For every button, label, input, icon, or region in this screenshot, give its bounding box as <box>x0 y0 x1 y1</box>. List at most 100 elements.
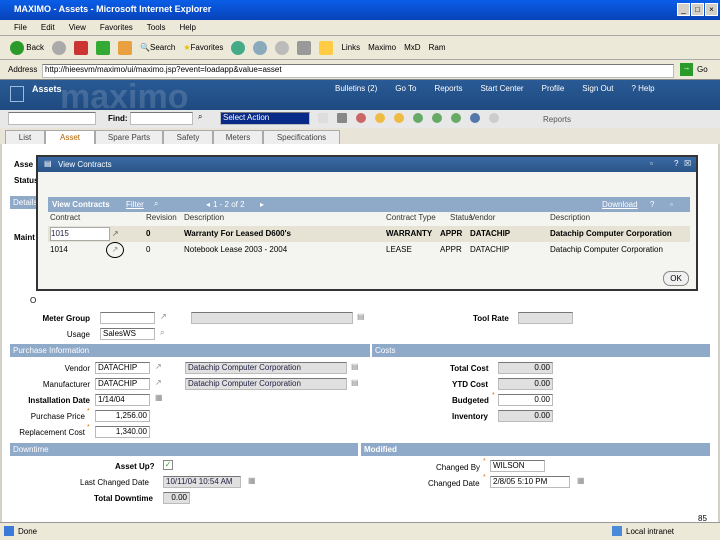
ok-button[interactable]: OK <box>663 271 689 286</box>
purchase-price-input[interactable]: 1,256.00 <box>95 410 150 422</box>
move-icon[interactable] <box>432 113 442 123</box>
history-icon[interactable] <box>231 40 246 55</box>
meter-group-input[interactable] <box>100 312 155 324</box>
tab-meters[interactable]: Meters <box>213 130 263 144</box>
nav-bulletins[interactable]: Bulletins (2) <box>335 84 377 93</box>
nav-start-center[interactable]: Start Center <box>480 84 523 93</box>
route-icon[interactable] <box>413 113 423 123</box>
next-icon[interactable] <box>394 113 404 123</box>
link-mxd[interactable]: MxD <box>404 43 420 52</box>
search-button[interactable]: 🔍Search <box>140 43 175 52</box>
select-action-dropdown[interactable]: Select Action <box>220 112 310 125</box>
save-icon[interactable] <box>337 113 347 123</box>
long-description-icon[interactable]: ▤ <box>351 362 359 371</box>
minimize-button[interactable]: _ <box>677 3 690 16</box>
previous-icon[interactable] <box>375 113 385 123</box>
inventory-label: Inventory <box>452 412 489 421</box>
go-arrow-icon[interactable]: → <box>680 63 693 76</box>
new-icon[interactable] <box>318 113 328 123</box>
calendar-icon[interactable]: ▦ <box>577 476 585 485</box>
changed-date-input[interactable]: 2/8/05 5:10 PM <box>490 476 570 488</box>
home-icon[interactable] <box>118 40 133 55</box>
previous-page-icon[interactable]: ◂ <box>206 200 210 209</box>
menu-edit[interactable]: Edit <box>41 23 55 32</box>
budgeted-input[interactable]: 0.00 <box>498 394 553 406</box>
clear-icon[interactable] <box>356 113 366 123</box>
menu-favorites[interactable]: Favorites <box>100 23 133 32</box>
table-row[interactable]: 1015 ↗ 0 Warranty For Leased D600's WARRAN… <box>48 226 690 242</box>
calendar-icon[interactable]: ▦ <box>155 393 163 402</box>
table-toolbar: View Contracts Filter ⌕ ◂ 1 - 2 of 2 ▸ D… <box>48 197 690 212</box>
print-icon[interactable] <box>275 40 290 55</box>
modified-section-header: Modified <box>361 443 710 456</box>
reports-link[interactable]: Reports <box>543 115 571 124</box>
manufacturer-input[interactable]: DATACHIP <box>95 378 150 390</box>
nav-profile[interactable]: Profile <box>542 84 565 93</box>
download-link[interactable]: Download <box>602 200 638 209</box>
tab-spare-parts[interactable]: Spare Parts <box>95 130 163 144</box>
detail-arrow-icon[interactable]: ↗ <box>155 362 162 371</box>
address-bar: Address http://hieesvm/maximo/ui/maximo.… <box>0 60 720 80</box>
link-ram[interactable]: Ram <box>429 43 446 52</box>
swap-icon[interactable] <box>451 113 461 123</box>
manufacturer-label: Manufacturer <box>42 380 90 389</box>
menu-file[interactable]: File <box>14 23 27 32</box>
tab-specifications[interactable]: Specifications <box>263 130 340 144</box>
filter-link[interactable]: Filter <box>126 200 144 209</box>
dialog-help-icon[interactable]: ? <box>674 159 678 168</box>
window-title: MAXIMO - Assets - Microsoft Internet Exp… <box>0 0 720 20</box>
replacement-cost-input[interactable]: 1,340.00 <box>95 426 150 438</box>
installation-date-input[interactable]: 1/14/04 <box>95 394 150 406</box>
tab-asset[interactable]: Asset <box>45 130 95 144</box>
favorites-button[interactable]: ★Favorites <box>183 43 223 52</box>
calendar-icon[interactable]: ▦ <box>248 476 256 485</box>
find-input[interactable] <box>130 112 193 125</box>
next-page-icon[interactable]: ▸ <box>260 200 264 209</box>
table-help-icon[interactable]: ? <box>650 200 654 209</box>
tool-rate-input[interactable] <box>518 312 573 324</box>
tab-safety[interactable]: Safety <box>163 130 213 144</box>
nav-sign-out[interactable]: Sign Out <box>582 84 613 93</box>
edit-icon[interactable] <box>297 40 312 55</box>
menu-tools[interactable]: Tools <box>147 23 166 32</box>
table-restore-icon[interactable]: ▫ <box>670 200 673 209</box>
last-changed-date-label: Last Changed Date <box>80 478 149 487</box>
query-select[interactable] <box>8 112 96 125</box>
detail-arrow-icon[interactable]: ↗ <box>112 226 119 242</box>
detail-arrow-icon[interactable]: ↗ <box>106 242 124 258</box>
long-description-icon[interactable]: ▤ <box>357 312 365 321</box>
nav-reports[interactable]: Reports <box>434 84 462 93</box>
installation-date-label: Installation Date <box>28 396 90 405</box>
mail-icon[interactable] <box>253 40 268 55</box>
total-cost-label: Total Cost <box>450 364 489 373</box>
dialog-restore-icon[interactable]: ▫ <box>650 159 653 168</box>
user-icon[interactable] <box>470 113 480 123</box>
long-description-icon[interactable]: ▤ <box>351 378 359 387</box>
menu-help[interactable]: Help <box>179 23 195 32</box>
table-row[interactable]: 1014 ↗ 0 Notebook Lease 2003 - 2004 LEASE A… <box>48 242 690 258</box>
nav-goto[interactable]: Go To <box>395 84 416 93</box>
link-maximo[interactable]: Maximo <box>368 43 396 52</box>
stop-icon[interactable] <box>74 40 89 55</box>
maximize-button[interactable]: □ <box>691 3 704 16</box>
usage-input[interactable]: SalesWS <box>100 328 155 340</box>
tab-list[interactable]: List <box>5 130 45 144</box>
asset-up-checkbox[interactable]: ✓ <box>163 460 173 470</box>
changed-by-input[interactable]: WILSON <box>490 460 545 472</box>
vendor-input[interactable]: DATACHIP <box>95 362 150 374</box>
lookup-icon[interactable]: ⌕ <box>160 328 164 338</box>
refresh-icon[interactable] <box>96 40 111 55</box>
detail-arrow-icon[interactable]: ↗ <box>155 378 162 387</box>
menu-view[interactable]: View <box>69 23 86 32</box>
forward-icon[interactable] <box>52 40 67 55</box>
go-button[interactable]: Go <box>697 65 708 74</box>
back-button[interactable]: Back <box>10 40 44 55</box>
close-button[interactable]: × <box>705 3 718 16</box>
nav-help[interactable]: ? Help <box>631 84 654 93</box>
notes-icon[interactable] <box>319 40 334 55</box>
dialog-close-icon[interactable]: ☒ <box>684 159 691 168</box>
binoculars-icon[interactable]: ⌕ <box>198 112 202 122</box>
find-icon[interactable]: ⌕ <box>154 199 158 209</box>
detail-arrow-icon[interactable]: ↗ <box>160 312 167 321</box>
address-input[interactable]: http://hieesvm/maximo/ui/maximo.jsp?even… <box>42 64 674 78</box>
